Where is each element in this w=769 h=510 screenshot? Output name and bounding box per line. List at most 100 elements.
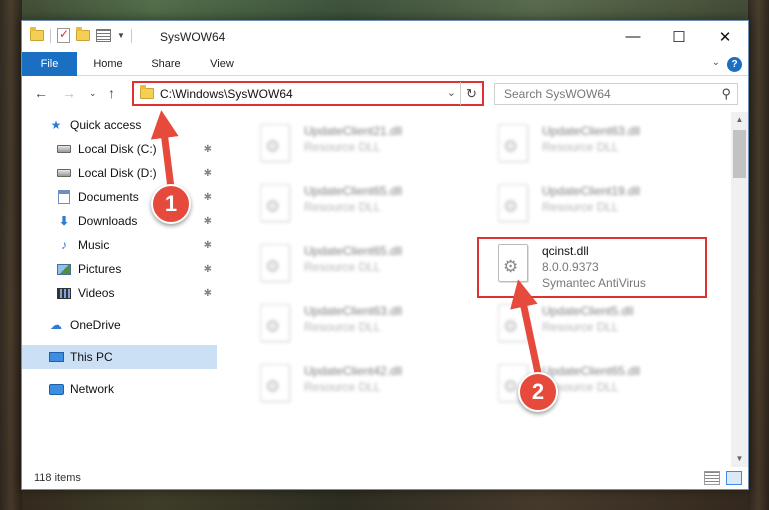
list-item[interactable]: ⚙ UpdateClient65.dll Resource DLL bbox=[246, 238, 481, 294]
dll-file-icon: ⚙ bbox=[260, 364, 290, 402]
new-folder-icon[interactable] bbox=[76, 27, 90, 41]
pin-icon[interactable]: ✱ bbox=[204, 144, 212, 155]
qat-dropdown-icon[interactable]: ▼ bbox=[117, 31, 125, 40]
sidebar-item-videos[interactable]: Videos ✱ bbox=[22, 281, 217, 305]
dll-file-icon: ⚙ bbox=[498, 304, 528, 342]
recent-locations-icon[interactable]: ⌄ bbox=[89, 88, 97, 99]
list-item[interactable]: ⚙ UpdateClient42.dll Resource DLL bbox=[246, 358, 481, 414]
file-type: Resource DLL bbox=[304, 260, 381, 274]
gear-icon: ⚙ bbox=[503, 377, 519, 396]
drive-icon bbox=[57, 145, 71, 153]
up-arrow-icon[interactable]: ↑ bbox=[108, 85, 115, 101]
file-name: UpdateClient5.dll bbox=[542, 304, 634, 318]
dll-file-icon: ⚙ bbox=[498, 184, 528, 222]
gear-icon: ⚙ bbox=[265, 317, 281, 336]
vertical-scrollbar[interactable]: ▲ ▼ bbox=[731, 112, 748, 467]
file-name: UpdateClient19.dll bbox=[542, 184, 641, 198]
list-item[interactable]: ⚙ UpdateClient19.dll Resource DLL bbox=[484, 178, 719, 234]
pin-icon[interactable]: ✱ bbox=[204, 216, 212, 227]
file-type: Resource DLL bbox=[542, 200, 619, 214]
sidebar-item-label: Videos bbox=[78, 286, 115, 300]
sidebar-item-this-pc[interactable]: This PC bbox=[22, 345, 217, 369]
list-item[interactable]: ⚙ UpdateClient5.dll Resource DLL bbox=[484, 298, 719, 354]
sidebar-item-label: OneDrive bbox=[70, 318, 121, 332]
scroll-up-icon[interactable]: ▲ bbox=[731, 112, 748, 128]
forward-arrow-icon[interactable]: → bbox=[62, 85, 76, 101]
status-bar: 118 items bbox=[22, 467, 748, 489]
dll-file-icon: ⚙ bbox=[498, 124, 528, 162]
maximize-button[interactable]: ☐ bbox=[656, 21, 702, 52]
file-type: Resource DLL bbox=[304, 320, 381, 334]
pin-icon[interactable]: ✱ bbox=[204, 264, 212, 275]
file-type: Resource DLL bbox=[304, 140, 381, 154]
folder-icon bbox=[30, 27, 44, 41]
search-icon: ⚲ bbox=[721, 86, 731, 101]
divider bbox=[130, 28, 132, 43]
videos-icon bbox=[57, 287, 71, 299]
tab-home[interactable]: Home bbox=[82, 52, 134, 76]
search-input[interactable]: Search SysWOW64 ⚲ bbox=[494, 83, 738, 105]
sidebar-item-quick-access[interactable]: ★ Quick access bbox=[22, 113, 217, 137]
sidebar-item-local-disk-c[interactable]: Local Disk (C:) ✱ bbox=[22, 137, 217, 161]
sidebar-item-onedrive[interactable]: ☁ OneDrive bbox=[22, 313, 217, 337]
list-item[interactable]: ⚙ UpdateClient63.dll Resource DLL bbox=[484, 118, 719, 174]
help-icon[interactable]: ? bbox=[727, 57, 742, 72]
step-badge-1: 1 bbox=[151, 184, 191, 224]
navigation-pane: ★ Quick access Local Disk (C:) ✱ Local D… bbox=[22, 112, 217, 467]
tab-view[interactable]: View bbox=[197, 52, 247, 76]
back-arrow-icon[interactable]: ← bbox=[34, 85, 48, 101]
pin-icon[interactable]: ✱ bbox=[204, 240, 212, 251]
pin-icon[interactable]: ✱ bbox=[204, 288, 212, 299]
close-button[interactable]: ✕ bbox=[702, 21, 748, 52]
sidebar-item-label: Local Disk (D:) bbox=[78, 166, 157, 180]
scroll-thumb[interactable] bbox=[733, 130, 746, 178]
gear-icon: ⚙ bbox=[265, 257, 281, 276]
sidebar-item-network[interactable]: Network bbox=[22, 377, 217, 401]
sidebar-item-label: Documents bbox=[78, 190, 139, 204]
sidebar-item-label: Downloads bbox=[78, 214, 138, 228]
customize-icon[interactable] bbox=[96, 29, 111, 42]
sidebar-item-pictures[interactable]: Pictures ✱ bbox=[22, 257, 217, 281]
gear-icon: ⚙ bbox=[503, 197, 519, 216]
gear-icon: ⚙ bbox=[265, 137, 281, 156]
file-name: UpdateClient21.dll bbox=[304, 124, 403, 138]
list-item[interactable]: ⚙ UpdateClient65.dll Resource DLL bbox=[246, 178, 481, 234]
dll-file-icon: ⚙ bbox=[260, 184, 290, 222]
folder-icon bbox=[140, 85, 154, 99]
details-view-icon[interactable] bbox=[704, 471, 720, 485]
address-path: C:\Windows\SysWOW64 bbox=[160, 86, 293, 101]
music-icon: ♪ bbox=[61, 238, 67, 252]
file-name: UpdateClient65.dll bbox=[304, 244, 403, 258]
large-icons-view-icon[interactable] bbox=[726, 471, 742, 485]
sidebar-item-label: Pictures bbox=[78, 262, 122, 276]
list-item[interactable]: ⚙ UpdateClient21.dll Resource DLL bbox=[246, 118, 481, 174]
pin-icon[interactable]: ✱ bbox=[204, 192, 212, 203]
list-item[interactable]: ⚙ UpdateClient63.dll Resource DLL bbox=[246, 298, 481, 354]
step-badge-2: 2 bbox=[518, 372, 558, 412]
refresh-icon[interactable]: ↻ bbox=[460, 82, 482, 105]
file-name: UpdateClient65.dll bbox=[542, 364, 641, 378]
address-bar[interactable]: C:\Windows\SysWOW64 ⌄ ↻ bbox=[132, 81, 484, 106]
explorer-window: ▼ SysWOW64 — ☐ ✕ File Home Share View ⌄ … bbox=[21, 20, 749, 490]
highlight-box bbox=[477, 237, 707, 298]
file-name: UpdateClient63.dll bbox=[304, 304, 403, 318]
expand-ribbon-icon[interactable]: ⌄ bbox=[712, 57, 720, 68]
gear-icon: ⚙ bbox=[503, 317, 519, 336]
chevron-down-icon[interactable]: ⌄ bbox=[447, 86, 456, 99]
file-type: Resource DLL bbox=[304, 200, 381, 214]
sidebar-item-label: Quick access bbox=[70, 118, 142, 132]
gear-icon: ⚙ bbox=[265, 197, 281, 216]
sidebar-item-music[interactable]: ♪ Music ✱ bbox=[22, 233, 217, 257]
ribbon-tabs: File Home Share View ⌄ ? bbox=[22, 52, 748, 76]
star-icon: ★ bbox=[50, 118, 62, 132]
scroll-down-icon[interactable]: ▼ bbox=[731, 451, 748, 467]
tab-file[interactable]: File bbox=[22, 52, 77, 76]
tab-share[interactable]: Share bbox=[140, 52, 192, 76]
sidebar-item-label: Music bbox=[78, 238, 110, 252]
properties-check-icon[interactable] bbox=[57, 27, 70, 43]
pictures-icon bbox=[57, 263, 71, 275]
pin-icon[interactable]: ✱ bbox=[204, 168, 212, 179]
title-bar: ▼ SysWOW64 — ☐ ✕ bbox=[22, 21, 748, 52]
minimize-button[interactable]: — bbox=[610, 21, 656, 52]
sidebar-item-local-disk-d[interactable]: Local Disk (D:) ✱ bbox=[22, 161, 217, 185]
